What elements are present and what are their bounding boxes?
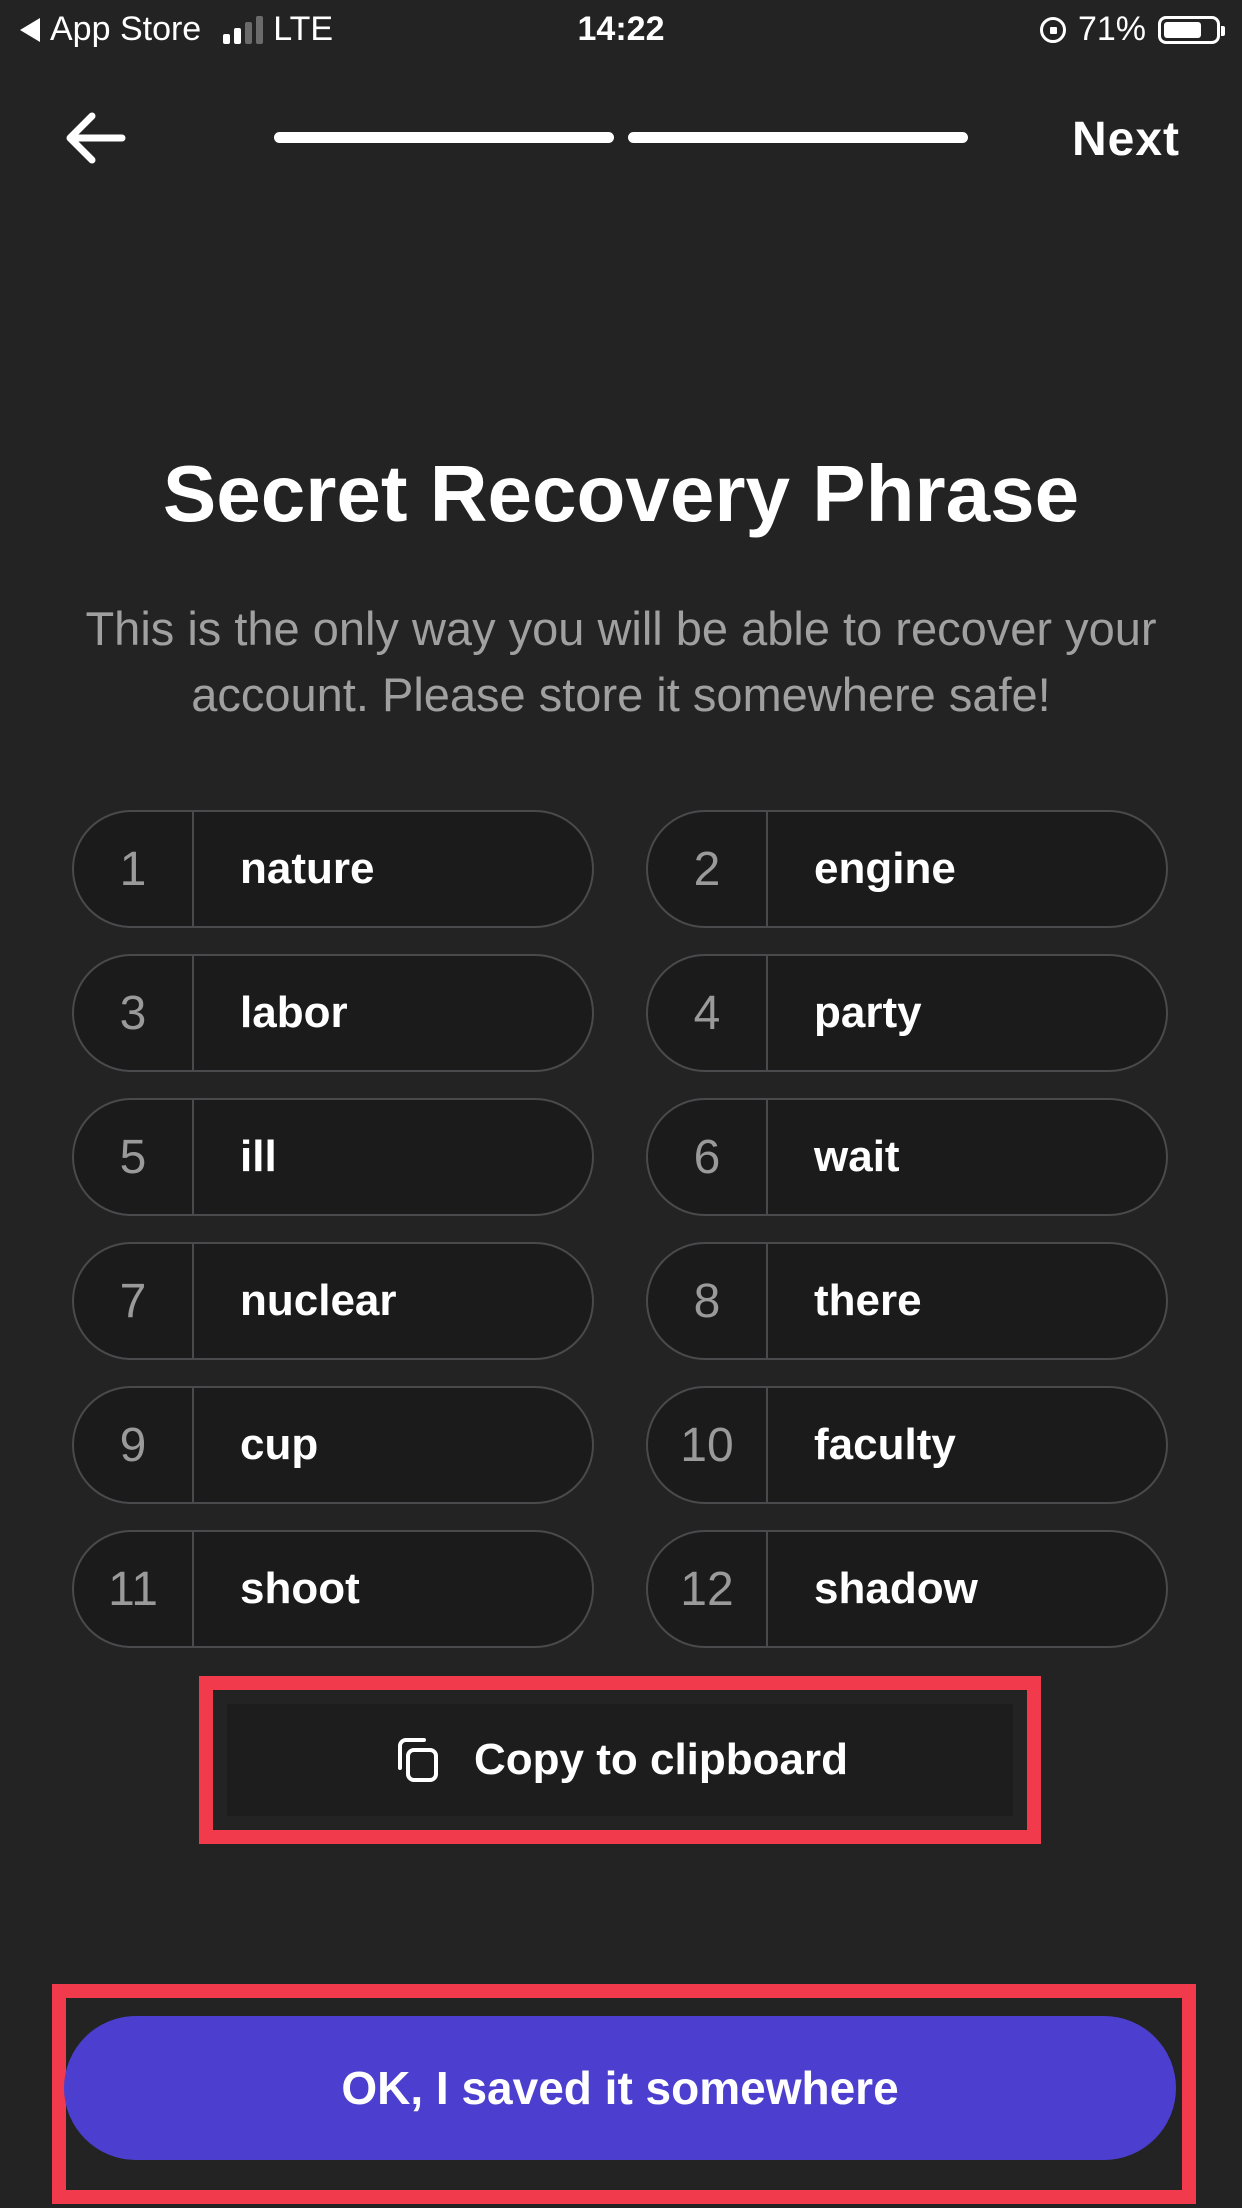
progress-segment <box>628 132 968 143</box>
phrase-word-item: 7 nuclear <box>72 1242 594 1360</box>
phrase-word-item: 8 there <box>646 1242 1168 1360</box>
word-number: 2 <box>648 812 768 926</box>
phrase-word-item: 4 party <box>646 954 1168 1072</box>
word-number: 6 <box>648 1100 768 1214</box>
copy-icon <box>398 1738 438 1782</box>
word-number: 11 <box>74 1532 194 1646</box>
phrase-word-item: 10 faculty <box>646 1386 1168 1504</box>
copy-to-clipboard-button[interactable]: Copy to clipboard <box>227 1704 1013 1816</box>
word-number: 7 <box>74 1244 194 1358</box>
page-title: Secret Recovery Phrase <box>162 449 1080 538</box>
back-arrow-button[interactable] <box>62 108 128 168</box>
copy-highlight-frame: Copy to clipboard <box>199 1676 1041 1844</box>
battery-icon <box>1158 15 1225 44</box>
status-right: 71% <box>1039 10 1225 49</box>
word-text: nature <box>240 844 375 893</box>
phrase-word-item: 6 wait <box>646 1098 1168 1216</box>
word-number: 4 <box>648 956 768 1070</box>
word-number: 3 <box>74 956 194 1070</box>
phrase-word-item: 3 labor <box>72 954 594 1072</box>
word-number: 9 <box>74 1388 194 1502</box>
phrase-word-item: 12 shadow <box>646 1530 1168 1648</box>
word-text: party <box>814 988 922 1037</box>
phrase-word-item: 9 cup <box>72 1386 594 1504</box>
progress-segment <box>274 132 614 143</box>
arrow-left-icon <box>66 112 126 164</box>
word-text: labor <box>240 988 348 1037</box>
battery-percent: 71% <box>1077 10 1146 48</box>
page-subtitle: This is the only way you will be able to… <box>85 602 1157 721</box>
word-text: nuclear <box>240 1276 397 1325</box>
word-text: engine <box>814 844 956 893</box>
word-text: faculty <box>814 1420 956 1469</box>
copy-label: Copy to clipboard <box>474 1735 848 1784</box>
recovery-phrase-grid: 1 nature 2 engine 3 labor 4 party 5 ill 6 wait… <box>72 810 1168 1648</box>
ok-saved-button[interactable]: OK, I saved it somewhere <box>64 2016 1176 2160</box>
step-progress-bar <box>274 132 968 143</box>
word-text: shoot <box>240 1564 360 1613</box>
word-number: 12 <box>648 1532 768 1646</box>
word-number: 10 <box>648 1388 768 1502</box>
word-number: 8 <box>648 1244 768 1358</box>
phrase-word-item: 2 engine <box>646 810 1168 928</box>
word-number: 1 <box>74 812 194 926</box>
word-number: 5 <box>74 1100 194 1214</box>
word-text: wait <box>814 1132 900 1181</box>
phrase-word-item: 5 ill <box>72 1098 594 1216</box>
phrase-word-item: 11 shoot <box>72 1530 594 1648</box>
word-text: ill <box>240 1132 277 1181</box>
rotation-lock-icon <box>1039 16 1066 43</box>
word-text: cup <box>240 1420 319 1469</box>
word-text: shadow <box>814 1564 978 1613</box>
phrase-word-item: 1 nature <box>72 810 594 928</box>
next-button[interactable]: Next <box>1072 112 1180 167</box>
word-text: there <box>814 1276 922 1325</box>
status-bar: App Store LTE 14:22 71% <box>0 0 1242 62</box>
